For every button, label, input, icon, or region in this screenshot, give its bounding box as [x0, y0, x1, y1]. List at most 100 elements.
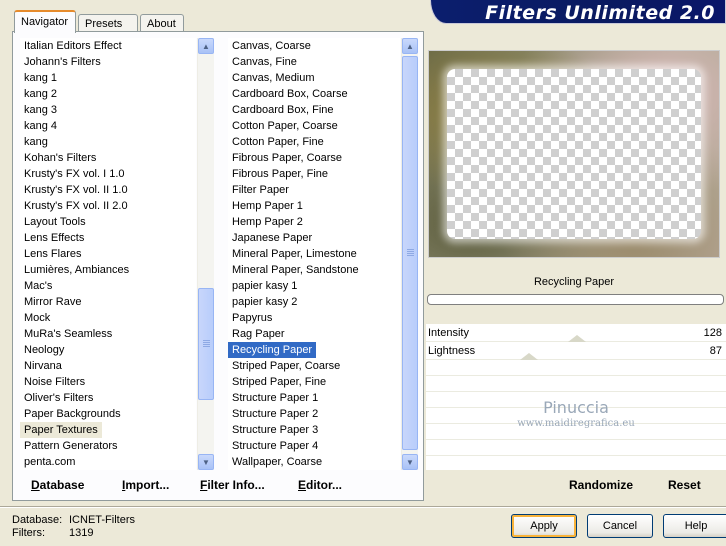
category-item[interactable]: kang: [20, 134, 196, 150]
filter-item[interactable]: Structure Paper 2: [228, 406, 400, 422]
category-item[interactable]: Italian Editors Effect: [20, 38, 196, 54]
filter-item[interactable]: Fibrous Paper, Fine: [228, 166, 400, 182]
filter-item[interactable]: Cotton Paper, Fine: [228, 134, 400, 150]
filter-item[interactable]: papier kasy 2: [228, 294, 400, 310]
current-filter-name: Recycling Paper: [533, 276, 615, 288]
filter-item-label: Wallpaper, Coarse: [232, 456, 323, 468]
filter-item[interactable]: Cardboard Box, Coarse: [228, 86, 400, 102]
category-item[interactable]: kang 3: [20, 102, 196, 118]
category-item[interactable]: Nirvana: [20, 358, 196, 374]
filter-item-label: Mineral Paper, Limestone: [232, 248, 357, 260]
filter-item[interactable]: Hemp Paper 2: [228, 214, 400, 230]
category-item[interactable]: Mock: [20, 310, 196, 326]
scroll-thumb[interactable]: [402, 56, 418, 450]
apply-button[interactable]: Apply: [511, 514, 577, 538]
filter-item[interactable]: Rag Paper: [228, 326, 400, 342]
category-item[interactable]: penta.com: [20, 454, 196, 470]
category-item[interactable]: Krusty's FX vol. II 1.0: [20, 182, 196, 198]
filter-item[interactable]: Structure Paper 4: [228, 438, 400, 454]
category-item[interactable]: Paper Textures: [20, 422, 196, 438]
scroll-up-icon[interactable]: ▲: [198, 38, 214, 54]
category-item[interactable]: Layout Tools: [20, 214, 196, 230]
filter-item[interactable]: Mineral Paper, Sandstone: [228, 262, 400, 278]
import-button[interactable]: Import...: [122, 478, 169, 492]
filter-item[interactable]: Cotton Paper, Coarse: [228, 118, 400, 134]
filter-item[interactable]: Papyrus: [228, 310, 400, 326]
filter-item[interactable]: Canvas, Medium: [228, 70, 400, 86]
category-item[interactable]: Kohan's Filters: [20, 150, 196, 166]
app-title: Filters Unlimited 2.0: [485, 2, 715, 24]
filter-item-label: Cotton Paper, Fine: [232, 136, 324, 148]
category-scrollbar[interactable]: ▲ ▼: [197, 38, 214, 470]
filter-item[interactable]: Filter Paper: [228, 182, 400, 198]
filter-item[interactable]: papier kasy 1: [228, 278, 400, 294]
category-item[interactable]: MuRa's Seamless: [20, 326, 196, 342]
category-item[interactable]: Paper Backgrounds: [20, 406, 196, 422]
category-item[interactable]: Krusty's FX vol. I 1.0: [20, 166, 196, 182]
filter-item[interactable]: Hemp Paper 1: [228, 198, 400, 214]
filter-item[interactable]: Cardboard Box, Fine: [228, 102, 400, 118]
scroll-down-icon[interactable]: ▼: [402, 454, 418, 470]
database-button[interactable]: Database: [31, 478, 84, 492]
filter-list[interactable]: Canvas, Coarse Canvas, Fine Canvas, Medium…: [228, 38, 400, 470]
category-item-label: Kohan's Filters: [24, 152, 97, 164]
category-item-label: Oliver's Filters: [24, 392, 94, 404]
lightness-slider[interactable]: Lightness 87: [426, 342, 726, 360]
randomize-button[interactable]: Randomize: [569, 478, 633, 492]
category-item[interactable]: Neology: [20, 342, 196, 358]
scroll-thumb[interactable]: [198, 288, 214, 400]
intensity-slider[interactable]: Intensity 128: [426, 324, 726, 342]
tab-presets[interactable]: Presets: [78, 14, 138, 32]
category-item[interactable]: Johann's Filters: [20, 54, 196, 70]
editor-button[interactable]: Editor...: [298, 478, 342, 492]
progress-bar: [427, 294, 724, 305]
filter-item[interactable]: Fibrous Paper, Coarse: [228, 150, 400, 166]
filter-item-label: Recycling Paper: [228, 342, 317, 358]
filter-item-label: Canvas, Coarse: [232, 40, 311, 52]
filter-info-button[interactable]: Filter Info...: [200, 478, 265, 492]
category-item[interactable]: Lens Effects: [20, 230, 196, 246]
help-button[interactable]: Help: [663, 514, 726, 538]
filter-item[interactable]: Recycling Paper: [228, 342, 400, 358]
category-item-label: Pattern Generators: [24, 440, 118, 452]
category-item[interactable]: Pattern Generators: [20, 438, 196, 454]
filter-scrollbar[interactable]: ▲ ▼: [401, 38, 418, 470]
category-item[interactable]: kang 1: [20, 70, 196, 86]
category-item[interactable]: Mirror Rave: [20, 294, 196, 310]
preview-image[interactable]: [428, 50, 720, 258]
empty-slider-row: [426, 360, 726, 376]
category-item[interactable]: kang 4: [20, 118, 196, 134]
tab-about[interactable]: About: [140, 14, 184, 32]
category-item-label: Neology: [24, 344, 65, 356]
filter-item[interactable]: Japanese Paper: [228, 230, 400, 246]
scroll-down-icon[interactable]: ▼: [198, 454, 214, 470]
category-item[interactable]: Lens Flares: [20, 246, 196, 262]
filters-label: Filters:: [12, 527, 45, 539]
category-list[interactable]: Italian Editors Effect Johann's Filters ka…: [20, 38, 196, 470]
filter-item[interactable]: Canvas, Fine: [228, 54, 400, 70]
category-item-label: Mock: [24, 312, 51, 324]
cancel-button[interactable]: Cancel: [587, 514, 653, 538]
category-item[interactable]: Lumières, Ambiances: [20, 262, 196, 278]
category-item-label: Lumières, Ambiances: [24, 264, 130, 276]
filter-item[interactable]: Wallpaper, Coarse: [228, 454, 400, 470]
filter-item[interactable]: Mineral Paper, Limestone: [228, 246, 400, 262]
scroll-up-icon[interactable]: ▲: [402, 38, 418, 54]
filter-item-label: Striped Paper, Coarse: [232, 360, 341, 372]
tab-navigator[interactable]: Navigator: [14, 10, 76, 33]
filter-item[interactable]: Striped Paper, Coarse: [228, 358, 400, 374]
filter-item[interactable]: Striped Paper, Fine: [228, 374, 400, 390]
category-item-label: Lens Flares: [24, 248, 82, 260]
category-item-label: Mac's: [24, 280, 53, 292]
category-item-label: penta.com: [24, 456, 76, 468]
filter-item[interactable]: Canvas, Coarse: [228, 38, 400, 54]
reset-button[interactable]: Reset: [668, 478, 701, 492]
filter-item-label: papier kasy 2: [232, 296, 298, 308]
category-item[interactable]: Krusty's FX vol. II 2.0: [20, 198, 196, 214]
category-item[interactable]: Oliver's Filters: [20, 390, 196, 406]
category-item[interactable]: Noise Filters: [20, 374, 196, 390]
filter-item[interactable]: Structure Paper 1: [228, 390, 400, 406]
category-item[interactable]: kang 2: [20, 86, 196, 102]
category-item[interactable]: Mac's: [20, 278, 196, 294]
filter-item[interactable]: Structure Paper 3: [228, 422, 400, 438]
